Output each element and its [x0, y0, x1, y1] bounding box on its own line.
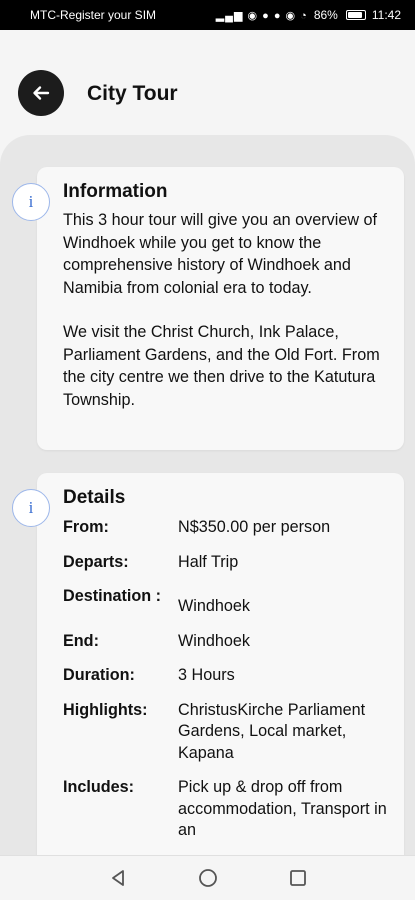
detail-row-end: End: Windhoek: [63, 631, 388, 653]
signal-icon: ▂▄▆ ◉ ● ● ◉ ◔: [215, 9, 308, 22]
back-button[interactable]: [18, 70, 64, 116]
triangle-back-icon: [111, 870, 124, 886]
detail-key: Includes:: [63, 778, 135, 796]
system-nav-bar: [0, 855, 415, 900]
details-card: i Details From: N$350.00 per person Depa…: [12, 473, 404, 855]
detail-row-includes: Includes: Pick up & drop off from accomm…: [63, 777, 388, 842]
info-icon: i: [12, 489, 50, 527]
details-title: Details: [63, 487, 126, 508]
detail-key: Duration:: [63, 666, 135, 684]
circle-home-icon: [198, 869, 217, 887]
detail-row-destination: Destination : Windhoek: [63, 586, 388, 618]
detail-value: Windhoek: [178, 631, 250, 650]
detail-value: ChristusKirche Parliament Gardens, Local…: [178, 700, 366, 762]
battery-percent: 86%: [313, 8, 338, 22]
detail-row-departs: Departs: Half Trip: [63, 552, 388, 574]
info-icon: i: [12, 183, 50, 221]
detail-value: Windhoek: [178, 597, 250, 615]
arrow-left-icon: [33, 86, 50, 100]
nav-recents-button[interactable]: [286, 866, 310, 890]
information-paragraph: We visit the Christ Church, Ink Palace, …: [63, 323, 380, 409]
content-panel: i Information This 3 hour tour will give…: [0, 135, 415, 855]
detail-value: Pick up & drop off from accommodation, T…: [178, 778, 387, 839]
nav-back-button[interactable]: [106, 866, 130, 890]
detail-value: Half Trip: [178, 552, 239, 571]
detail-value: 3 Hours: [178, 666, 235, 684]
information-paragraph: This 3 hour tour will give you an overvi…: [63, 211, 378, 297]
app-header: City Tour: [0, 30, 415, 135]
detail-key: Departs:: [63, 552, 129, 571]
detail-row-highlights: Highlights: ChristusKirche Parliament Ga…: [63, 700, 388, 765]
information-card: i Information This 3 hour tour will give…: [12, 167, 404, 450]
clock: 11:42: [371, 8, 401, 22]
carrier-text: MTC-Register your SIM: [30, 8, 157, 22]
information-text: This 3 hour tour will give you an overvi…: [63, 209, 388, 411]
detail-value: N$350.00 per person: [178, 518, 331, 536]
nav-home-button[interactable]: [196, 866, 220, 890]
page-title: City Tour: [87, 82, 178, 105]
detail-key: End:: [63, 631, 99, 650]
status-bar: MTC-Register your SIM ▂▄▆ ◉ ● ● ◉ ◔ 86% …: [0, 0, 415, 30]
detail-row-from: From: N$350.00 per person: [63, 517, 388, 539]
battery-icon: [345, 10, 366, 20]
detail-row-duration: Duration: 3 Hours: [63, 665, 388, 687]
information-title: Information: [63, 181, 168, 202]
detail-key: From:: [63, 518, 109, 536]
detail-key: Highlights:: [63, 700, 148, 719]
square-recents-icon: [289, 870, 306, 886]
details-list: From: N$350.00 per person Departs: Half …: [63, 517, 388, 842]
detail-key: Destination :: [63, 587, 162, 605]
